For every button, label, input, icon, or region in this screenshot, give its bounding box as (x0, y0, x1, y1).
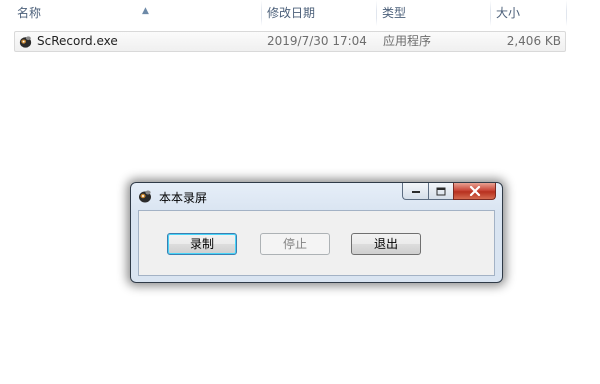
file-type: 应用程序 (383, 34, 432, 48)
dialog-titlebar[interactable]: 本本录屏 (131, 183, 502, 209)
column-header-name[interactable]: 名称 ▲ (12, 0, 262, 28)
maximize-icon (436, 187, 446, 195)
file-name: ScRecord.exe (37, 34, 118, 48)
exit-button[interactable]: 退出 (351, 233, 421, 255)
record-button[interactable]: 录制 (167, 233, 237, 255)
file-modified-date: 2019/7/30 17:04 (267, 34, 367, 48)
dialog-title: 本本录屏 (159, 191, 208, 205)
caption-buttons (402, 183, 496, 201)
minimize-button[interactable] (402, 183, 428, 200)
recorder-app-icon (139, 190, 151, 203)
close-button[interactable] (453, 183, 496, 200)
column-header-date-label: 修改日期 (267, 6, 316, 20)
recorder-dialog: 本本录屏 录制 停止 退出 (130, 182, 503, 283)
file-row[interactable]: ScRecord.exe 2019/7/30 17:04 应用程序 2,406 … (14, 31, 566, 52)
column-header-date[interactable]: 修改日期 (262, 0, 376, 28)
column-header-bar: 名称 ▲ 修改日期 类型 大小 (0, 0, 600, 28)
column-divider[interactable] (566, 0, 567, 26)
file-size: 2,406 KB (506, 34, 561, 48)
app-icon (19, 36, 32, 48)
column-header-type-label: 类型 (382, 6, 407, 20)
close-icon (469, 186, 480, 196)
maximize-button[interactable] (428, 183, 453, 200)
column-header-type[interactable]: 类型 (377, 0, 490, 28)
minimize-icon (411, 191, 420, 193)
stop-button[interactable]: 停止 (260, 233, 330, 255)
column-header-name-label: 名称 (17, 6, 42, 20)
dialog-client-area: 录制 停止 退出 (138, 210, 495, 276)
sort-up-arrow-icon: ▲ (142, 6, 149, 16)
column-header-size[interactable]: 大小 (491, 0, 566, 28)
column-header-size-label: 大小 (496, 6, 521, 20)
